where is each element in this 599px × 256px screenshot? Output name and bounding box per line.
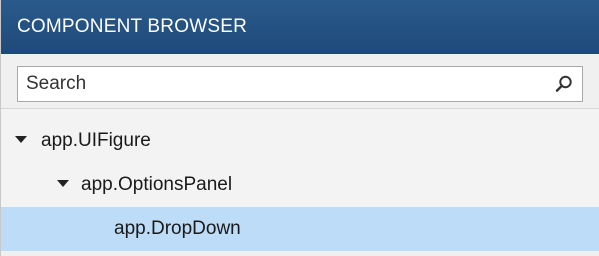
component-browser-panel: COMPONENT BROWSER app.UIFigure app.Optio…	[0, 0, 599, 256]
search-box[interactable]	[17, 66, 583, 102]
search-area	[1, 54, 599, 109]
tree-item-label: app.OptionsPanel	[81, 174, 233, 195]
tree-item-dropdown[interactable]: app.DropDown	[1, 207, 599, 251]
tree-item-uifigure[interactable]: app.UIFigure	[1, 119, 599, 163]
search-input[interactable]	[18, 67, 546, 101]
panel-header: COMPONENT BROWSER	[1, 0, 599, 54]
caret-down-icon[interactable]	[15, 136, 27, 143]
panel-title: COMPONENT BROWSER	[17, 16, 248, 37]
tree-item-label: app.DropDown	[114, 218, 241, 239]
tree-item-label: app.UIFigure	[41, 130, 151, 151]
tree-item-optionspanel[interactable]: app.OptionsPanel	[1, 163, 599, 207]
search-icon[interactable]	[554, 74, 574, 94]
caret-down-icon[interactable]	[57, 180, 69, 187]
component-tree: app.UIFigure app.OptionsPanel app.DropDo…	[1, 109, 599, 251]
